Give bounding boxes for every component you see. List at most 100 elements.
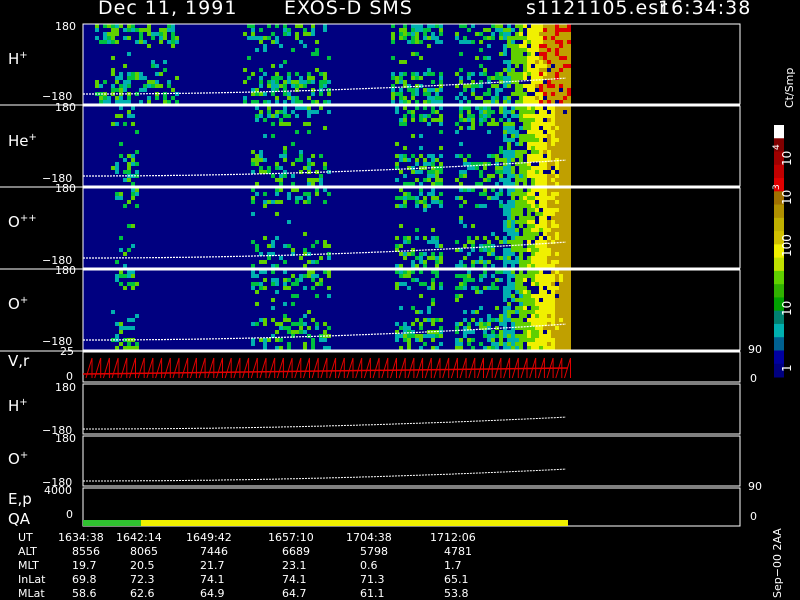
spectrogram-cell bbox=[95, 36, 99, 40]
spectrogram-cell bbox=[567, 68, 571, 72]
spectrogram-cell bbox=[535, 56, 539, 60]
spectrogram-cell bbox=[403, 200, 407, 204]
spectrogram-cell bbox=[311, 178, 315, 182]
spectrogram-cell bbox=[563, 174, 567, 178]
spectrogram-cell bbox=[299, 170, 303, 174]
spectrogram-cell bbox=[523, 264, 527, 268]
spectrogram-cell bbox=[423, 260, 427, 264]
spectrogram-cell bbox=[539, 252, 543, 256]
spectrogram-cell bbox=[519, 338, 523, 342]
spectrogram-cell bbox=[511, 174, 515, 178]
spectrogram-cell bbox=[307, 200, 311, 204]
spectrogram-cell bbox=[515, 220, 519, 224]
spectrogram-cell bbox=[475, 310, 479, 314]
spectrogram-cell bbox=[507, 182, 511, 186]
spectrogram-cell bbox=[303, 274, 307, 278]
spectrogram-cell bbox=[539, 72, 543, 76]
spectrogram-cell bbox=[511, 240, 515, 244]
spectrogram-cell bbox=[567, 138, 571, 142]
spectrogram-cell bbox=[471, 240, 475, 244]
spectrogram-cell bbox=[535, 60, 539, 64]
spectrogram-cell bbox=[535, 166, 539, 170]
spectrogram-cell bbox=[127, 24, 131, 28]
spectrogram-cell bbox=[519, 56, 523, 60]
spectrogram-cell bbox=[415, 256, 419, 260]
spectrogram-cell bbox=[427, 100, 431, 104]
spectrogram-cell bbox=[531, 52, 535, 56]
ephemeris-value: 19.7 bbox=[72, 559, 97, 572]
spectrogram-cell bbox=[259, 166, 263, 170]
spectrogram-cell bbox=[539, 48, 543, 52]
spectrogram-cell bbox=[563, 122, 567, 126]
spectrogram-cell bbox=[131, 24, 135, 28]
spectrogram-cell bbox=[495, 236, 499, 240]
spectrogram-cell bbox=[147, 84, 151, 88]
spectrogram-cell bbox=[495, 76, 499, 80]
spectrogram-cell bbox=[467, 236, 471, 240]
spectrogram-cell bbox=[515, 72, 519, 76]
spectrogram-cell bbox=[391, 32, 395, 36]
spectrogram-cell bbox=[479, 278, 483, 282]
ephemeris-label-inlat: InLat bbox=[18, 573, 46, 586]
spectrogram-cell bbox=[551, 294, 555, 298]
spectrogram-cell bbox=[419, 154, 423, 158]
spectrogram-cell bbox=[95, 28, 99, 32]
spectrogram-cell bbox=[507, 306, 511, 310]
spectrogram-cell bbox=[559, 118, 563, 122]
spectrogram-cell bbox=[527, 158, 531, 162]
spectrogram-cell bbox=[419, 256, 423, 260]
spectrogram-cell bbox=[503, 100, 507, 104]
spectrogram-cell bbox=[527, 114, 531, 118]
spectrogram-cell bbox=[559, 28, 563, 32]
spectrogram-cell bbox=[399, 32, 403, 36]
spectrogram-cell bbox=[255, 274, 259, 278]
ytick-ep-max: 4000 bbox=[44, 484, 72, 497]
spectrogram-cell bbox=[515, 154, 519, 158]
spectrogram-cell bbox=[135, 76, 139, 80]
spectrogram-cell bbox=[519, 298, 523, 302]
spectrogram-cell bbox=[523, 138, 527, 142]
spectrogram-cell bbox=[247, 56, 251, 60]
spectrogram-cell bbox=[163, 100, 167, 104]
spectrogram-cell bbox=[263, 44, 267, 48]
spectrogram-cell bbox=[511, 204, 515, 208]
spectrogram-cell bbox=[491, 330, 495, 334]
spectrogram-cell bbox=[271, 244, 275, 248]
spectrogram-cell bbox=[495, 24, 499, 28]
spectrogram-cell bbox=[287, 28, 291, 32]
spectrogram-cell bbox=[535, 80, 539, 84]
spectrogram-cell bbox=[439, 154, 443, 158]
spectrogram-cell bbox=[551, 80, 555, 84]
spectrogram-cell bbox=[263, 236, 267, 240]
spectrogram-cell bbox=[543, 252, 547, 256]
spectrogram-cell bbox=[563, 48, 567, 52]
spectrogram-cell bbox=[463, 282, 467, 286]
spectrogram-cell bbox=[167, 24, 171, 28]
spectrogram-cell bbox=[295, 322, 299, 326]
spectrogram-cell bbox=[527, 322, 531, 326]
spectrogram-cell bbox=[539, 138, 543, 142]
spectrogram-cell bbox=[483, 56, 487, 60]
spectrogram-cell bbox=[439, 286, 443, 290]
spectrogram-cell bbox=[539, 154, 543, 158]
spectrogram-cell bbox=[403, 28, 407, 32]
header-file: s1121105.esr bbox=[526, 0, 668, 19]
spectrogram-cell bbox=[563, 88, 567, 92]
spectrogram-cell bbox=[291, 84, 295, 88]
spectrogram-cell bbox=[467, 72, 471, 76]
spectrogram-cell bbox=[543, 200, 547, 204]
spectrogram-cell bbox=[519, 306, 523, 310]
spectrogram-cell bbox=[495, 88, 499, 92]
spectrogram-cell bbox=[123, 36, 127, 40]
spectrogram-cell bbox=[455, 264, 459, 268]
spectrogram-cell bbox=[523, 44, 527, 48]
spectrogram-cell bbox=[531, 146, 535, 150]
spectrogram-cell bbox=[279, 322, 283, 326]
spectrogram-cell bbox=[327, 270, 331, 274]
spectrogram-cell bbox=[507, 146, 511, 150]
spectrogram-cell bbox=[471, 84, 475, 88]
spectrogram-cell bbox=[523, 192, 527, 196]
spectrogram-cell bbox=[471, 24, 475, 28]
spectrogram-cell bbox=[523, 134, 527, 138]
spectrogram-cell bbox=[467, 126, 471, 130]
